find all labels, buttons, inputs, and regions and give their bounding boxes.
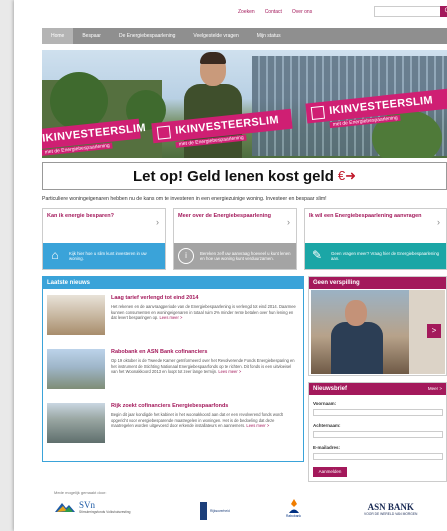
newsletter-more-link[interactable]: Meer > [428,386,442,392]
firstname-label: Voornaam: [313,401,337,406]
form-icon: ✎ [311,248,323,263]
promo-heading: Geen verspilling [309,277,446,289]
firstname-field[interactable] [313,409,443,416]
chevron-right-icon: › [437,217,440,227]
toplink-search[interactable]: Zoeken [238,9,255,15]
email-label: E-mailadres: [313,445,341,450]
subscribe-button[interactable]: Aanmelden [313,467,347,477]
chevron-right-icon[interactable]: > [427,324,441,338]
calculator-icon [310,105,325,120]
latest-news: Laatste nieuws Laag tarief verlengd tot … [42,276,304,462]
newsletter-form: Nieuwsbrief Meer > Voornaam: Achternaam:… [308,382,447,482]
news-thumbnail [47,403,105,443]
read-more-link[interactable]: Lees meer > [218,369,241,374]
news-item[interactable]: Rabobank en ASN Bank cofinanciers Op 19 … [47,349,301,397]
toplink-about[interactable]: Over ons [292,9,312,15]
nav-my-status[interactable]: Mijn status [248,28,290,44]
nav-energiebespaarlening[interactable]: De Energiebespaarlening [110,28,184,44]
toplink-contact[interactable]: Contact [265,9,282,15]
news-heading: Laatste nieuws [43,277,303,289]
warning-text: Let op! Geld lenen kost geld [133,167,334,185]
house-icon: ⌂ [51,248,59,263]
read-more-link[interactable]: Lees meer > [246,423,269,428]
main-nav: Home Bespaar De Energiebespaarlening Vee… [42,28,447,44]
sponsors-label: Mede mogelijk gemaakt door: [54,490,107,495]
house-icon [156,124,171,140]
banner-tree [50,72,108,130]
card-save-energy[interactable]: Kan ik energie besparen? › ⌂ Kijk hier h… [42,208,166,270]
rabobank-mark-icon [287,498,301,514]
rijksoverheid-logo[interactable]: Rijksoverheid [200,502,230,520]
card-about-loan[interactable]: Meer over de Energiebespaarlening › i Be… [173,208,297,270]
rijksoverheid-mark-icon [200,502,207,520]
intro-text: Particuliere woningeigenaren hebben nu d… [42,196,327,202]
svn-mark-icon [54,500,76,514]
walking-man-icon: €➜ [337,168,356,183]
nav-home[interactable]: Home [42,28,74,44]
news-item[interactable]: Rijk zoekt cofinanciers Energiebespaarfo… [47,403,301,451]
asn-bank-logo[interactable]: ASN BANK VOOR DE WERELD VAN MORGEN [364,502,417,516]
search-input[interactable] [374,6,447,17]
email-field[interactable] [313,453,443,460]
loan-warning: Let op! Geld lenen kost geld €➜ [42,162,447,190]
chevron-right-icon: › [287,217,290,227]
hero-banner: IKINVESTEERSLIM met de Energiebespaarlen… [42,50,447,158]
news-item[interactable]: Laag tarief verlengd tot eind 2014 Het r… [47,295,301,343]
card-apply-loan[interactable]: Ik wil een Energiebespaarlening aanvrage… [304,208,447,270]
news-thumbnail [47,295,105,335]
nav-bespaar[interactable]: Bespaar [73,28,110,44]
svn-logo[interactable]: SVn Stimuleringsfonds Volkshuisvesting [54,500,131,514]
lastname-field[interactable] [313,431,443,438]
promo-box[interactable]: Geen verspilling > [308,276,447,376]
newsletter-heading: Nieuwsbrief [313,386,348,392]
search-button[interactable]: Q [440,6,447,17]
lastname-label: Achternaam: [313,423,341,428]
chevron-right-icon: › [156,217,159,227]
nav-faq[interactable]: Veelgestelde vragen [184,28,247,44]
info-icon: i [178,248,194,264]
news-thumbnail [47,349,105,389]
page: Zoeken Contact Over ons Q Home Bespaar D… [14,0,447,531]
promo-image: > [311,290,445,374]
top-links: Zoeken Contact Over ons [238,9,312,15]
rabobank-logo[interactable]: Rabobank [286,498,301,518]
read-more-link[interactable]: Lees meer > [159,315,182,320]
